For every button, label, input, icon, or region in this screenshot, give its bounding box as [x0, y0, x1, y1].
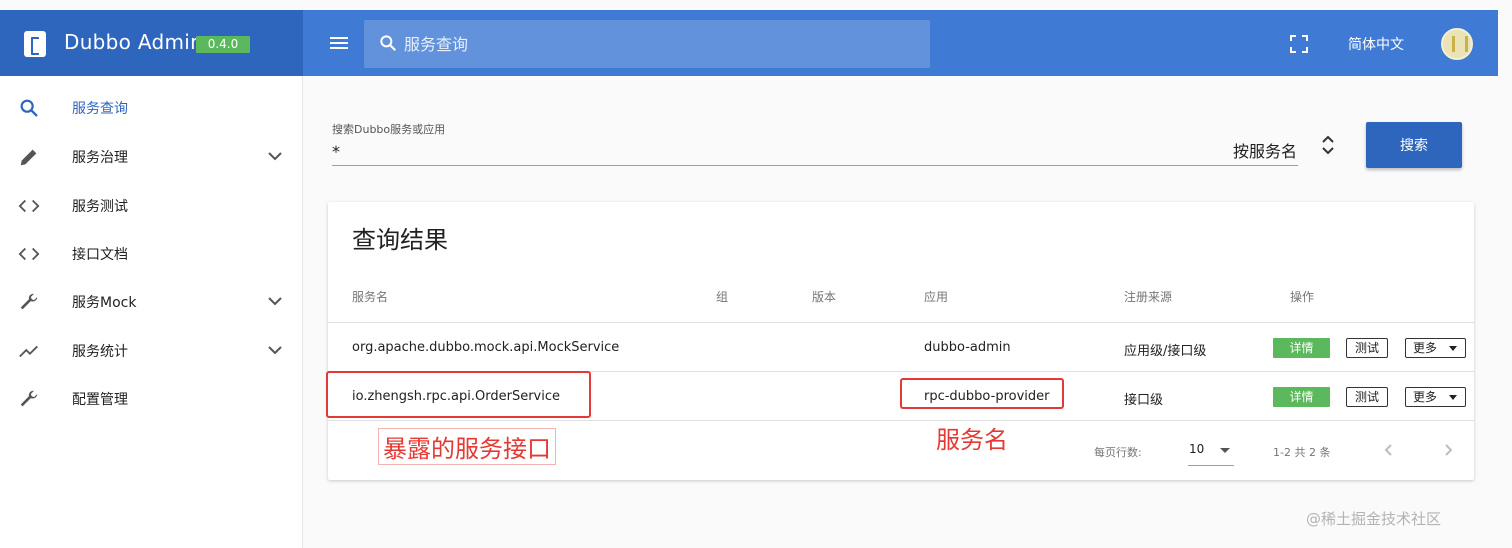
- divider: [328, 322, 1474, 323]
- trending-up-icon: [19, 345, 38, 358]
- sidebar-item-label: 服务测试: [72, 199, 128, 215]
- results-title: 查询结果: [352, 226, 448, 254]
- rows-per-page-value: 10: [1189, 442, 1205, 456]
- sidebar-item-api-docs[interactable]: 接口文档: [0, 229, 302, 277]
- chevron-right-icon[interactable]: [1440, 442, 1456, 458]
- annotation-label-service-interface: 暴露的服务接口: [378, 428, 556, 465]
- annotation-box-service-interface: [326, 371, 591, 418]
- sidebar-item-config-management[interactable]: 配置管理: [0, 374, 302, 422]
- test-button[interactable]: 测试: [1346, 387, 1388, 407]
- wrench-icon: [20, 390, 38, 407]
- code-icon: [18, 199, 40, 213]
- rows-per-page-label: 每页行数:: [1094, 446, 1142, 459]
- service-search-input[interactable]: [332, 138, 1298, 166]
- rows-per-page-select[interactable]: 10: [1188, 440, 1234, 466]
- annotation-box-app-name: [900, 378, 1064, 409]
- column-header-app[interactable]: 应用: [924, 288, 948, 305]
- global-search-bar: [364, 20, 930, 68]
- chevron-down-icon: [268, 297, 282, 306]
- chevron-down-icon: [268, 152, 282, 161]
- more-button[interactable]: 更多: [1405, 338, 1466, 358]
- search-icon: [20, 99, 38, 117]
- user-avatar[interactable]: [1441, 28, 1473, 60]
- column-header-group[interactable]: 组: [716, 288, 728, 305]
- brand-name: Dubbo Admin: [64, 30, 204, 54]
- detail-button[interactable]: 详情: [1273, 387, 1330, 407]
- global-search-input[interactable]: [404, 20, 924, 68]
- version-badge: 0.4.0: [196, 36, 250, 53]
- test-button[interactable]: 测试: [1346, 338, 1388, 358]
- brand-area: Dubbo Admin 0.4.0: [0, 10, 303, 76]
- column-header-actions: 操作: [1290, 290, 1315, 304]
- pencil-icon: [20, 149, 37, 166]
- fullscreen-icon[interactable]: [1290, 35, 1308, 53]
- search-button[interactable]: 搜索: [1366, 122, 1462, 168]
- hamburger-menu-icon[interactable]: [330, 34, 350, 54]
- chevron-left-icon[interactable]: [1381, 442, 1397, 458]
- sidebar-item-service-test[interactable]: 服务测试: [0, 181, 302, 229]
- chevron-down-icon: [268, 346, 282, 355]
- dubbo-logo-icon: [24, 31, 46, 57]
- code-icon: [18, 247, 40, 261]
- sidebar-item-label: 服务统计: [72, 344, 128, 360]
- sidebar-item-label: 服务治理: [72, 150, 128, 166]
- language-switcher[interactable]: 简体中文: [1348, 34, 1404, 54]
- unfold-icon[interactable]: [1319, 134, 1337, 156]
- sidebar-item-service-stats[interactable]: 服务统计: [0, 326, 302, 374]
- sidebar-item-service-mock[interactable]: 服务Mock: [0, 277, 302, 325]
- column-header-source: 注册来源: [1124, 290, 1173, 304]
- cell-source: 接口级: [1124, 393, 1164, 408]
- detail-button[interactable]: 详情: [1273, 338, 1330, 358]
- column-header-service[interactable]: 服务名: [352, 288, 388, 305]
- sidebar-item-service-governance[interactable]: 服务治理: [0, 132, 302, 180]
- column-header-version[interactable]: 版本: [812, 288, 836, 305]
- annotation-label-service-name: 服务名: [936, 426, 1008, 454]
- more-button[interactable]: 更多: [1405, 387, 1466, 407]
- top-app-bar: Dubbo Admin 0.4.0 简体中文: [0, 10, 1498, 76]
- cell-service: org.apache.dubbo.mock.api.MockService: [352, 340, 620, 355]
- divider: [328, 420, 1474, 421]
- sidebar-item-label: 服务查询: [72, 101, 128, 117]
- cell-source: 应用级/接口级: [1124, 344, 1207, 359]
- search-icon: [380, 35, 396, 51]
- search-type-select[interactable]: 按服务名: [1233, 138, 1297, 162]
- search-field-label: 搜索Dubbo服务或应用: [332, 123, 446, 136]
- wrench-icon: [20, 293, 38, 310]
- pagination-range: 1-2 共 2 条: [1273, 446, 1331, 459]
- sidebar: 服务查询 服务治理 服务测试 接口文档 服务Mock 服务统计 配置管理: [0, 76, 303, 548]
- watermark: @稀土掘金技术社区: [1306, 510, 1442, 528]
- cell-app: dubbo-admin: [924, 340, 1011, 355]
- sidebar-item-label: 配置管理: [72, 392, 128, 408]
- sidebar-item-label: 接口文档: [72, 247, 128, 263]
- sidebar-item-label: 服务Mock: [72, 295, 137, 311]
- sidebar-item-service-search[interactable]: 服务查询: [0, 83, 302, 131]
